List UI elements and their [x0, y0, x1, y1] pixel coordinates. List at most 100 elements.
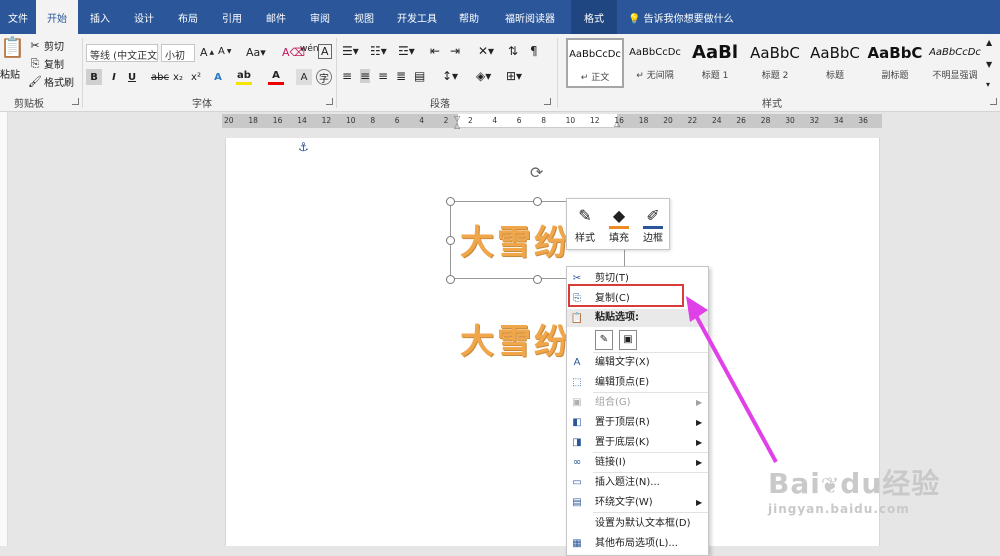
phonetic-guide-icon[interactable]: wén: [300, 44, 319, 54]
group-divider: [336, 38, 337, 108]
menu-item-label: 链接(I): [595, 457, 626, 468]
mini-outline-button[interactable]: ✐ 边框: [637, 203, 669, 244]
menu-item-label: 编辑顶点(E): [595, 377, 650, 388]
ruler-tick: 34: [834, 116, 844, 125]
bold-button[interactable]: B: [86, 69, 102, 85]
style-item-6[interactable]: AaBbCcDc 不明显强调: [926, 38, 984, 88]
clipboard-launcher-icon[interactable]: [72, 98, 79, 105]
paste-picture-icon[interactable]: ▣: [619, 330, 637, 350]
copy-icon: ⎘: [30, 56, 40, 70]
align-right-icon[interactable]: ≡: [378, 69, 388, 83]
gallery-up-icon[interactable]: ▲: [986, 38, 992, 47]
tab-3[interactable]: 设计: [124, 0, 164, 34]
menu-item-13[interactable]: ▦ 其他布局选项(L)...: [567, 534, 708, 554]
decrease-indent-icon[interactable]: ⇤: [430, 44, 440, 58]
font-name-select[interactable]: 等线 (中文正文: [86, 44, 158, 62]
horizontal-ruler[interactable]: ▽ △ △ 20 18 16 14 12 10 8 6 4 2 2 4 6 8 10 12 16 18 20 22 24…: [222, 114, 882, 130]
sort-icon[interactable]: ⇅: [508, 44, 518, 58]
line-spacing-icon[interactable]: ↕▾: [442, 69, 458, 83]
tab-0[interactable]: 文件: [0, 0, 36, 34]
ruler-tick: 4: [492, 116, 498, 125]
justify-icon[interactable]: ≣: [396, 69, 406, 83]
chinese-layout-icon[interactable]: ✕▾: [478, 44, 494, 58]
superscript-button[interactable]: x²: [188, 69, 204, 85]
style-item-1[interactable]: AaBbCcDc ↵ 无间隔: [626, 38, 684, 88]
shrink-font-icon[interactable]: A ▼: [218, 46, 231, 57]
font-launcher-icon[interactable]: [326, 98, 333, 105]
distributed-icon[interactable]: ▤: [414, 69, 425, 83]
resize-handle[interactable]: [533, 197, 542, 206]
strikethrough-button[interactable]: abc: [151, 69, 169, 85]
gallery-more-icon[interactable]: ▾: [986, 80, 990, 89]
menu-item-label: 置于顶层(R): [595, 417, 650, 428]
font-size-select[interactable]: 小初: [161, 44, 195, 62]
change-case-icon[interactable]: Aa▾: [246, 46, 266, 59]
highlight-color-icon[interactable]: ab: [236, 69, 252, 85]
cut-button[interactable]: ✂ 剪切: [28, 38, 64, 54]
multilevel-list-icon[interactable]: ☲▾: [398, 44, 415, 58]
gallery-down-icon[interactable]: ▼: [986, 60, 992, 69]
mini-fill-button[interactable]: ◆ 填充: [603, 203, 635, 244]
styles-group-label: 样式: [762, 99, 782, 110]
tab-11[interactable]: 福昕阅读器: [493, 0, 567, 34]
increase-indent-icon[interactable]: ⇥: [450, 44, 460, 58]
tab-7[interactable]: 审阅: [300, 0, 340, 34]
resize-handle[interactable]: [533, 275, 542, 284]
style-item-3[interactable]: AaBbC 标题 2: [746, 38, 804, 88]
paste-button[interactable]: 📋 粘贴: [0, 37, 25, 81]
resize-handle[interactable]: [446, 275, 455, 284]
shading-icon[interactable]: ◈▾: [476, 69, 491, 83]
menu-item-12[interactable]: 设置为默认文本框(D): [567, 513, 708, 534]
tab-5[interactable]: 引用: [212, 0, 252, 34]
underline-button[interactable]: U: [124, 69, 140, 85]
mini-style-button[interactable]: ✎ 样式: [569, 203, 601, 244]
tab-8[interactable]: 视图: [344, 0, 384, 34]
ruler-tick: 6: [516, 116, 522, 125]
style-item-5[interactable]: AaBbC 副标题: [866, 38, 924, 88]
menu-icon: ⬚: [572, 377, 582, 388]
style-preview: AaBbC: [867, 44, 923, 62]
align-left-icon[interactable]: ≡: [342, 69, 352, 83]
styles-launcher-icon[interactable]: [990, 98, 997, 105]
wordart-copy[interactable]: 大雪纷: [460, 314, 571, 363]
hanging-indent-icon[interactable]: △: [454, 121, 460, 130]
font-color-icon[interactable]: A: [268, 69, 284, 85]
subscript-button[interactable]: x₂: [170, 69, 186, 85]
resize-handle[interactable]: [446, 197, 455, 206]
format-painter-button[interactable]: 🖌 格式刷: [28, 74, 74, 90]
copy-button[interactable]: ⎘ 复制: [28, 56, 64, 72]
borders-icon[interactable]: ⊞▾: [506, 69, 522, 83]
rotate-handle-icon[interactable]: ⟳: [530, 163, 543, 182]
menu-icon: ◨: [572, 437, 582, 448]
menu-item-label: 编辑文字(X): [595, 357, 650, 368]
style-preview: AaBl: [692, 42, 738, 63]
enclose-char-icon[interactable]: 字: [316, 69, 332, 85]
resize-handle[interactable]: [446, 236, 455, 245]
tab-9[interactable]: 开发工具: [388, 0, 446, 34]
tell-me-box[interactable]: 💡 告诉我你想要做什么: [628, 0, 734, 34]
bullets-icon[interactable]: ☰▾: [342, 44, 359, 58]
tab-12[interactable]: 格式: [571, 0, 617, 34]
style-item-4[interactable]: AaBbC 标题: [806, 38, 864, 88]
align-center-icon[interactable]: ≡: [360, 69, 371, 83]
char-border-icon[interactable]: A: [318, 44, 332, 59]
style-name: ↵ 正文: [580, 73, 610, 83]
char-shading-icon[interactable]: A: [296, 69, 312, 85]
menu-item-10[interactable]: ▭ 插入题注(N)...: [567, 473, 708, 493]
tab-6[interactable]: 邮件: [256, 0, 296, 34]
style-item-2[interactable]: AaBl 标题 1: [686, 38, 744, 88]
grow-font-icon[interactable]: A ▲: [200, 46, 214, 59]
text-effects-icon[interactable]: A: [210, 69, 226, 85]
menu-item-label: 设置为默认文本框(D): [595, 518, 691, 529]
tab-4[interactable]: 布局: [168, 0, 208, 34]
numbering-icon[interactable]: ☷▾: [370, 44, 387, 58]
paste-keep-format-icon[interactable]: ✎: [595, 330, 613, 350]
tab-1[interactable]: 开始: [36, 0, 78, 34]
italic-button[interactable]: I: [106, 69, 122, 85]
style-item-0[interactable]: AaBbCcDc ↵ 正文: [566, 38, 624, 88]
show-marks-icon[interactable]: ¶: [530, 44, 538, 58]
menu-item-11[interactable]: ▤ 环绕文字(W) ▶: [567, 493, 708, 513]
tab-10[interactable]: 帮助: [449, 0, 489, 34]
tab-2[interactable]: 插入: [80, 0, 120, 34]
paragraph-launcher-icon[interactable]: [544, 98, 551, 105]
